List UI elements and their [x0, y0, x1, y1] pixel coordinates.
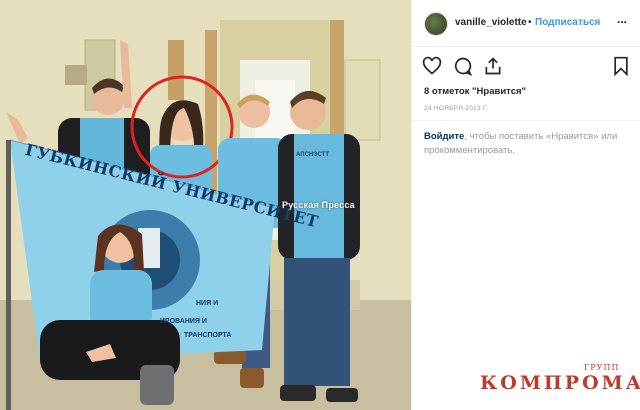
share-icon[interactable] — [483, 56, 505, 78]
press-watermark: Русская Пресса — [282, 200, 355, 210]
divider — [412, 120, 640, 121]
banner-subtext-3: ТРАНСПОРТА — [184, 332, 232, 339]
header-separator: • — [528, 17, 532, 28]
likes-count[interactable]: 8 отметок "Нравится" — [424, 86, 526, 97]
login-link[interactable]: Войдите — [424, 131, 464, 142]
shirt-print: АПСНЭСТТ — [296, 152, 330, 158]
avatar[interactable] — [424, 12, 448, 36]
banner-subtext-1: НИЯ И — [196, 300, 219, 307]
comment-icon[interactable] — [453, 56, 475, 78]
post-header: vanille_violette • Подписаться ... — [412, 0, 640, 47]
more-options-icon[interactable]: ... — [617, 12, 627, 26]
action-bar — [412, 56, 640, 84]
login-prompt: Войдите, чтобы поставить «Нравится» или … — [424, 130, 634, 158]
banner-subtext-2: ИРОВАНИЯ И — [160, 318, 207, 325]
follow-button[interactable]: Подписаться — [535, 17, 600, 28]
watermark-sub: ГРУПП — [584, 363, 620, 372]
bookmark-icon[interactable] — [612, 56, 634, 78]
heart-icon[interactable] — [422, 56, 444, 78]
username-link[interactable]: vanille_violette — [455, 17, 527, 28]
post-side-panel: vanille_violette • Подписаться ... 8 отм… — [411, 0, 640, 410]
watermark-logo: КОМПРОМАТ — [480, 372, 640, 394]
post-date: 24 НОЯБРЯ 2013 Г. — [424, 105, 489, 112]
post-photo[interactable]: ГУБКИНСКИЙ УНИВЕРСИТЕТ НИЯ И ИРОВАНИЯ И … — [0, 0, 411, 410]
